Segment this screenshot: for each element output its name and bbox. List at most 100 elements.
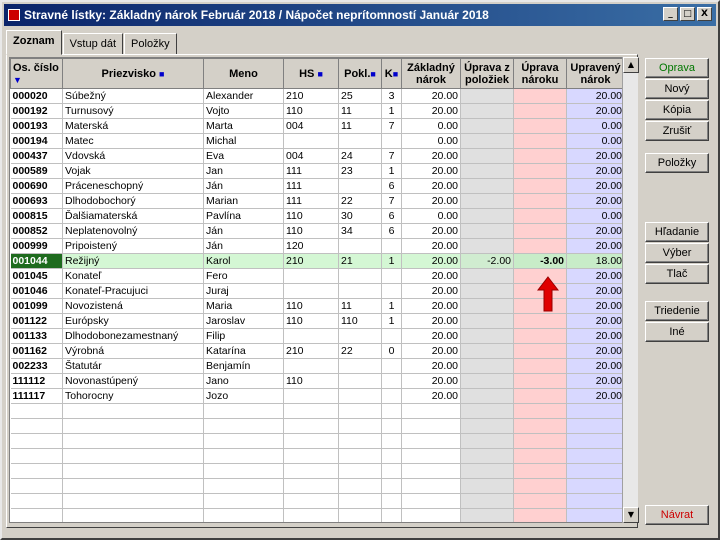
col-priezvisko-label: Priezvisko — [101, 67, 156, 80]
table-row[interactable]: 001044 Režijný Karol 210 21 1 20.00 -2.00 -3.00 1… — [10, 253, 622, 269]
cell-meno: Maria — [203, 298, 284, 314]
navrat-button[interactable]: Návrat — [645, 505, 709, 525]
col-hs[interactable]: HS ■ — [283, 58, 339, 89]
cell-priezvisko: Novonastúpený — [62, 373, 204, 389]
table-row[interactable]: 001122 Európsky Jaroslav 110 110 1 20.00 20.00 — [10, 313, 622, 329]
cell-upr: 20.00 — [566, 328, 622, 344]
cell-upol — [460, 328, 514, 344]
empty-cell — [401, 433, 461, 449]
table-row[interactable]: 000193 Materská Marta 004 11 7 0.00 0.00 — [10, 118, 622, 134]
triedenie-button[interactable]: Triedenie — [645, 301, 709, 321]
empty-cell — [381, 448, 402, 464]
oprava-button[interactable]: Oprava — [645, 58, 709, 78]
window-title: Stravné lístky: Základný nárok Február 2… — [24, 8, 489, 22]
grid-body: 000020 Súbežný Alexander 210 25 3 20.00 20.00 00… — [10, 88, 622, 522]
table-row[interactable]: 111112 Novonastúpený Jano 110 20.00 20.00 — [10, 373, 622, 389]
table-row[interactable]: 000589 Vojak Jan 111 23 1 20.00 20.00 — [10, 163, 622, 179]
cell-priezvisko: Materská — [62, 118, 204, 134]
cell-k — [381, 373, 402, 389]
col-pokl[interactable]: Pokl.■ — [338, 58, 382, 89]
empty-cell — [381, 508, 402, 522]
minimize-button[interactable]: _ — [663, 7, 678, 21]
tab-polozky[interactable]: Položky — [124, 33, 177, 55]
cell-os: 111112 — [10, 373, 63, 389]
cell-zakl: 20.00 — [401, 88, 461, 104]
table-row[interactable]: 001046 Konateľ-Pracujuci Juraj 20.00 20.00 — [10, 283, 622, 299]
cell-k: 1 — [381, 313, 402, 329]
col-os-cislo[interactable]: Os. číslo ▼ — [10, 58, 63, 89]
cell-hs: 004 — [283, 148, 339, 164]
cell-k: 7 — [381, 193, 402, 209]
table-row[interactable]: 001099 Novozistená Maria 110 11 1 20.00 20.00 — [10, 298, 622, 314]
cell-os: 111117 — [10, 388, 63, 404]
cell-upr: 20.00 — [566, 313, 622, 329]
scroll-up-button[interactable]: ▲ — [623, 57, 639, 73]
empty-cell — [566, 433, 622, 449]
table-row[interactable]: 000999 Pripoistený Ján 120 20.00 20.00 — [10, 238, 622, 254]
table-row[interactable]: 000815 Ďalšiamaterská Pavlína 110 30 6 0.00 0.0… — [10, 208, 622, 224]
cell-meno: Juraj — [203, 283, 284, 299]
col-priezvisko[interactable]: Priezvisko ■ — [62, 58, 204, 89]
table-row[interactable]: 002233 Štatutár Benjamín 20.00 20.00 — [10, 358, 622, 374]
cell-upr: 20.00 — [566, 283, 622, 299]
cell-pokl — [338, 178, 382, 194]
tab-vstup-dat[interactable]: Vstup dát — [62, 33, 124, 55]
cell-meno: Jaroslav — [203, 313, 284, 329]
kopia-button[interactable]: Kópia — [645, 100, 709, 120]
cell-os: 000192 — [10, 103, 63, 119]
vertical-scrollbar[interactable]: ▲ ▼ — [622, 57, 639, 523]
cell-unar — [513, 118, 567, 134]
table-row[interactable]: 000690 Práceneschopný Ján 111 6 20.00 20.00 — [10, 178, 622, 194]
table-row[interactable]: 000852 Neplatenovolný Ján 110 34 6 20.00 20.00 — [10, 223, 622, 239]
empty-cell — [460, 478, 514, 494]
cell-unar — [513, 238, 567, 254]
tab-bar: Zoznam Vstup dát Položky — [6, 30, 178, 55]
employee-grid[interactable]: Os. číslo ▼ Priezvisko ■ Meno HS ■ Pokl.… — [9, 57, 623, 523]
empty-cell — [566, 508, 622, 522]
table-row[interactable]: 001133 Dlhodobonezamestnaný Filip 20.00 20.0… — [10, 328, 622, 344]
cell-k: 1 — [381, 103, 402, 119]
hladanie-button[interactable]: Hľadanie — [645, 222, 709, 242]
scroll-down-button[interactable]: ▼ — [623, 507, 639, 523]
cell-os: 002233 — [10, 358, 63, 374]
table-row[interactable]: 001045 Konateľ Fero 20.00 20.00 — [10, 268, 622, 284]
novy-button[interactable]: Nový — [645, 79, 709, 99]
cell-pokl — [338, 328, 382, 344]
tlac-button[interactable]: Tlač — [645, 264, 709, 284]
col-meno[interactable]: Meno — [203, 58, 284, 89]
cell-os: 000815 — [10, 208, 63, 224]
cell-priezvisko: Matec — [62, 133, 204, 149]
cell-unar — [513, 193, 567, 209]
col-k[interactable]: K■ — [381, 58, 402, 89]
empty-row — [10, 508, 622, 522]
cell-meno: Michal — [203, 133, 284, 149]
col-zakladny-narok[interactable]: Základný nárok — [401, 58, 461, 89]
cell-upr: 20.00 — [566, 298, 622, 314]
table-row[interactable]: 001162 Výrobná Katarína 210 22 0 20.00 20.00 — [10, 343, 622, 359]
maximize-button[interactable]: □ — [680, 7, 695, 21]
polozky-button[interactable]: Položky — [645, 153, 709, 173]
cell-zakl: 20.00 — [401, 148, 461, 164]
empty-cell — [283, 418, 339, 434]
empty-cell — [460, 418, 514, 434]
cell-upol — [460, 358, 514, 374]
table-row[interactable]: 111117 Tohorocny Jozo 20.00 20.00 — [10, 388, 622, 404]
col-uprava-z-poloziek[interactable]: Úprava z položiek — [460, 58, 514, 89]
cell-priezvisko: Neplatenovolný — [62, 223, 204, 239]
close-button[interactable]: X — [697, 7, 712, 21]
vyber-button[interactable]: Výber — [645, 243, 709, 263]
table-row[interactable]: 000192 Turnusový Vojto 110 11 1 20.00 20.00 — [10, 103, 622, 119]
table-row[interactable]: 000020 Súbežný Alexander 210 25 3 20.00 20.00 — [10, 88, 622, 104]
cell-zakl: 0.00 — [401, 118, 461, 134]
cell-os: 000437 — [10, 148, 63, 164]
table-row[interactable]: 000194 Matec Michal 0.00 0.00 — [10, 133, 622, 149]
col-uprava-naroku[interactable]: Úprava nároku — [513, 58, 567, 89]
zrusit-button[interactable]: Zrušiť — [645, 121, 709, 141]
table-row[interactable]: 000693 Dlhodobochorý Marian 111 22 7 20.00 20.0… — [10, 193, 622, 209]
ine-button[interactable]: Iné — [645, 322, 709, 342]
col-upraveny-narok[interactable]: Upravený nárok — [566, 58, 622, 89]
cell-k: 1 — [381, 298, 402, 314]
table-row[interactable]: 000437 Vdovská Eva 004 24 7 20.00 20.00 — [10, 148, 622, 164]
cell-k: 6 — [381, 223, 402, 239]
tab-zoznam[interactable]: Zoznam — [6, 30, 62, 55]
